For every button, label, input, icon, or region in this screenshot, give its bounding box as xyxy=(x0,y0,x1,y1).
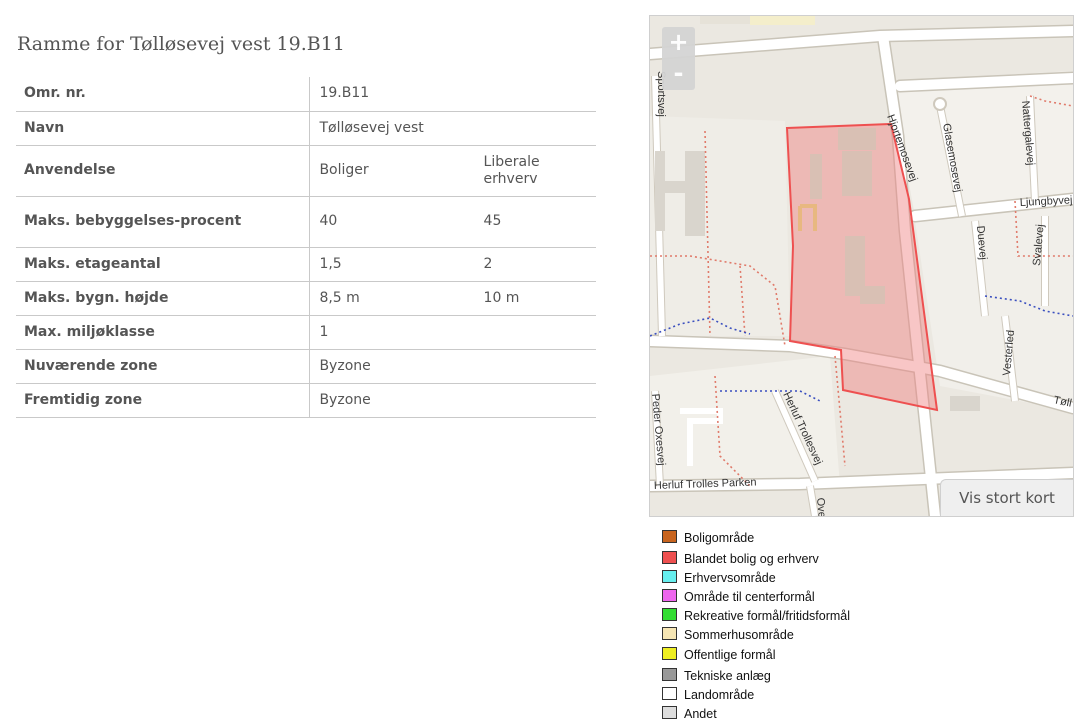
legend-label: Offentlige formål xyxy=(684,648,776,662)
legend-swatch xyxy=(662,627,677,640)
legend-label: Landområde xyxy=(684,688,755,702)
row-value-1: Byzone xyxy=(309,383,476,418)
row-value-2: 10 m xyxy=(475,281,596,316)
legend-swatch xyxy=(662,551,677,564)
row-key: Fremtidig zone xyxy=(16,383,311,418)
legend-swatch xyxy=(662,589,677,602)
legend-swatch xyxy=(662,608,677,621)
row-value-1: 1,5 xyxy=(309,247,476,282)
row-value-2 xyxy=(475,315,596,350)
row-value-1: 19.B11 xyxy=(309,77,476,112)
legend-swatch xyxy=(662,706,677,719)
row-key: Anvendelse xyxy=(16,145,311,197)
map-building xyxy=(750,16,815,25)
table-row: Max. miljøklasse 1 xyxy=(16,315,596,350)
street-label: Ove xyxy=(814,497,828,516)
row-value-1: 1 xyxy=(309,315,476,350)
table-row: Anvendelse Boliger Liberale erhverv xyxy=(16,145,596,197)
table-row: Fremtidig zone Byzone xyxy=(16,383,596,418)
map-block xyxy=(890,71,1073,216)
row-key: Max. miljøklasse xyxy=(16,315,311,350)
table-row: Omr. nr. 19.B11 xyxy=(16,77,596,112)
legend-swatch xyxy=(662,647,677,660)
zoom-in-button[interactable]: + xyxy=(662,27,695,58)
row-value-2 xyxy=(475,111,596,146)
map-roundabout xyxy=(933,97,947,111)
row-value-1: 40 xyxy=(309,196,476,248)
legend-label: Område til centerformål xyxy=(684,590,815,604)
legend-swatch xyxy=(662,668,677,681)
table-row: Navn Tølløsevej vest xyxy=(16,111,596,146)
map-viewport[interactable]: Sportsvej Hjortemosevej Glasemosevej Nat… xyxy=(649,15,1074,517)
map-canvas[interactable]: Sportsvej Hjortemosevej Glasemosevej Nat… xyxy=(650,16,1073,516)
legend-swatch xyxy=(662,687,677,700)
row-value-2: 45 xyxy=(475,196,596,248)
map-block xyxy=(650,116,790,336)
legend-label: Boligområde xyxy=(684,531,755,545)
row-value-1: Byzone xyxy=(309,349,476,384)
row-key: Maks. bygn. højde xyxy=(16,281,311,316)
row-value-2: Liberale erhverv xyxy=(475,145,596,197)
legend-label: Sommerhusområde xyxy=(684,628,794,642)
legend-swatch xyxy=(662,530,677,543)
legend-label: Tekniske anlæg xyxy=(684,669,771,683)
row-value-2 xyxy=(475,349,596,384)
page-title: Ramme for Tølløsevej vest 19.B11 xyxy=(17,33,345,55)
table-row: Maks. bebyggelses-procent 40 45 xyxy=(16,196,596,248)
zoom-control: + - xyxy=(662,27,695,90)
row-value-1: Tølløsevej vest xyxy=(309,111,476,146)
row-value-2 xyxy=(475,77,596,112)
row-value-1: Boliger xyxy=(309,145,476,197)
row-value-2: 2 xyxy=(475,247,596,282)
legend-label: Andet xyxy=(684,707,717,721)
zoom-out-button[interactable]: - xyxy=(662,58,695,89)
legend-label: Rekreative formål/fritidsformål xyxy=(684,609,851,623)
open-large-map-button[interactable]: Vis stort kort xyxy=(940,479,1073,516)
row-key: Omr. nr. xyxy=(16,77,311,112)
table-row: Maks. bygn. højde 8,5 m 10 m xyxy=(16,281,596,316)
row-value-1: 8,5 m xyxy=(309,281,476,316)
map-building xyxy=(700,16,750,24)
legend-label: Blandet bolig og erhverv xyxy=(684,552,819,566)
row-key: Maks. etageantal xyxy=(16,247,311,282)
row-key: Maks. bebyggelses-procent xyxy=(16,196,311,248)
table-row: Nuværende zone Byzone xyxy=(16,349,596,384)
row-key: Nuværende zone xyxy=(16,349,311,384)
frame-properties-table: Omr. nr. 19.B11 Navn Tølløsevej vest Anv… xyxy=(16,77,596,418)
row-key: Navn xyxy=(16,111,311,146)
table-row: Maks. etageantal 1,5 2 xyxy=(16,247,596,282)
row-value-2 xyxy=(475,383,596,418)
legend-label: Erhvervsområde xyxy=(684,571,776,585)
legend-swatch xyxy=(662,570,677,583)
